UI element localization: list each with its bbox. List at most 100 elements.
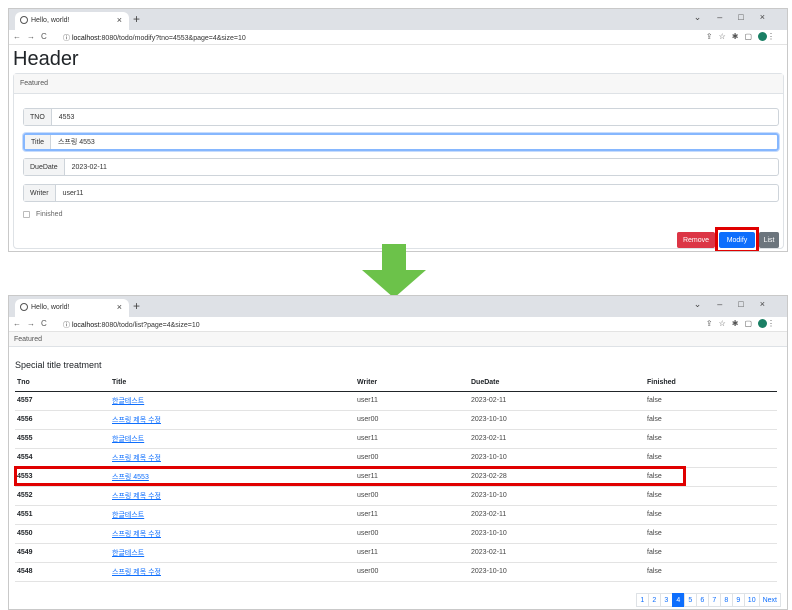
title-link-text[interactable]: 한글테스트 — [112, 398, 144, 405]
title-link[interactable]: 한글테스트 — [110, 429, 355, 449]
globe-icon — [20, 303, 28, 311]
title-label: Title — [25, 135, 51, 149]
finished-cell: false — [645, 543, 777, 563]
close-tab-icon[interactable]: × — [117, 302, 122, 312]
new-tab-icon[interactable]: + — [133, 12, 140, 26]
writer-cell: user00 — [355, 486, 469, 506]
checkbox-box[interactable] — [23, 211, 30, 218]
tno-cell: 4555 — [15, 429, 110, 449]
tno-cell: 4548 — [15, 562, 110, 582]
writer-cell: user00 — [355, 524, 469, 544]
table-row: 4552 스프링 제목 수정 user00 2023-10-10 false — [15, 486, 777, 506]
column-header-duedate: DueDate — [469, 374, 645, 392]
next-page-button[interactable]: Next — [758, 593, 781, 607]
window-controls[interactable]: ⌄–□× — [694, 299, 781, 310]
remove-button[interactable]: Remove — [677, 232, 715, 248]
list-button[interactable]: List — [759, 232, 779, 248]
title-link[interactable]: 한글테스트 — [110, 505, 355, 525]
url-rest: :8080/todo/modify?tno=4553&page=4&size=1… — [99, 35, 246, 42]
duedate-value[interactable]: 2023-02-11 — [65, 164, 107, 171]
profile-avatar-icon[interactable] — [758, 319, 767, 329]
column-header-title: Title — [110, 374, 355, 392]
url-text[interactable]: ⓘ localhost:8080/todo/list?page=4&size=1… — [63, 320, 200, 330]
finished-label: Finished — [36, 211, 63, 218]
list-page-screenshot: Hello, world! × + ⌄–□× ←→C ⓘ localhost:8… — [8, 295, 788, 610]
duedate-cell: 2023-02-11 — [469, 429, 645, 449]
table-row: 4549 한글테스트 user11 2023-02-11 false — [15, 543, 777, 563]
duedate-label: DueDate — [24, 159, 65, 175]
title-link[interactable]: 스프링 제목 수정 — [110, 524, 355, 544]
address-bar[interactable]: ←→C ⓘ localhost:8080/todo/modify?tno=455… — [9, 30, 787, 45]
browser-tab-bar: Hello, world! × + ⌄–□× — [9, 296, 787, 317]
table-row: 4556 스프링 제목 수정 user00 2023-10-10 false — [15, 410, 777, 430]
card-header: Featured — [14, 74, 783, 94]
address-bar[interactable]: ←→C ⓘ localhost:8080/todo/list?page=4&si… — [9, 317, 787, 332]
title-link[interactable]: 스프링 제목 수정 — [110, 448, 355, 468]
url-text[interactable]: ⓘ localhost:8080/todo/modify?tno=4553&pa… — [63, 33, 246, 43]
title-link-text[interactable]: 한글테스트 — [112, 436, 144, 443]
browser-tab[interactable]: Hello, world! × — [15, 12, 129, 30]
finished-cell: false — [645, 524, 777, 544]
tno-cell: 4552 — [15, 486, 110, 506]
duedate-field[interactable]: DueDate 2023-02-11 — [23, 158, 779, 176]
title-link-text[interactable]: 스프링 제목 수정 — [112, 569, 161, 576]
tab-title: Hello, world! — [31, 304, 70, 311]
table-header-row: Tno Title Writer DueDate Finished — [15, 374, 777, 392]
finished-cell: false — [645, 505, 777, 525]
tno-cell: 4554 — [15, 448, 110, 468]
url-host: localhost — [71, 322, 100, 329]
globe-icon — [20, 16, 28, 24]
title-link[interactable]: 한글테스트 — [110, 543, 355, 563]
title-field[interactable]: Title 스프링 4553 — [23, 133, 779, 151]
tab-title: Hello, world! — [31, 17, 70, 24]
finished-cell: false — [645, 448, 777, 468]
page-button[interactable]: 10 — [743, 593, 760, 607]
duedate-cell: 2023-10-10 — [469, 410, 645, 430]
browser-tab[interactable]: Hello, world! × — [15, 299, 129, 317]
duedate-cell: 2023-02-11 — [469, 391, 645, 411]
modify-page-screenshot: Hello, world! × + ⌄–□× ←→C ⓘ localhost:8… — [8, 8, 788, 252]
new-tab-icon[interactable]: + — [133, 299, 140, 313]
finished-cell: false — [645, 391, 777, 411]
duedate-cell: 2023-02-11 — [469, 505, 645, 525]
window-controls[interactable]: ⌄–□× — [694, 12, 781, 23]
title-link-text[interactable]: 한글테스트 — [112, 550, 144, 557]
title-link[interactable]: 한글테스트 — [110, 391, 355, 411]
nav-buttons[interactable]: ←→C — [13, 32, 53, 41]
url-host: localhost — [71, 35, 100, 42]
title-link[interactable]: 스프링 제목 수정 — [110, 486, 355, 506]
table-row: 4550 스프링 제목 수정 user00 2023-10-10 false — [15, 524, 777, 544]
title-link[interactable]: 스프링 제목 수정 — [110, 562, 355, 582]
extensions-icons[interactable]: ⇪☆✱▢ ⋮ — [706, 32, 781, 42]
down-arrow-icon — [362, 244, 426, 298]
tno-cell: 4550 — [15, 524, 110, 544]
nav-buttons[interactable]: ←→C — [13, 319, 53, 328]
table-row: 4554 스프링 제목 수정 user00 2023-10-10 false — [15, 448, 777, 468]
tno-field[interactable]: TNO 4553 — [23, 108, 779, 126]
pagination: 1 2 3 4 5 6 7 8 9 10 Next — [635, 593, 781, 607]
page-header: Header — [13, 48, 79, 70]
column-header-finished: Finished — [645, 374, 777, 392]
finished-checkbox[interactable]: Finished — [23, 211, 62, 218]
table-row: 4557 한글테스트 user11 2023-02-11 false — [15, 391, 777, 411]
table-row: 4555 한글테스트 user11 2023-02-11 false — [15, 429, 777, 449]
title-value[interactable]: 스프링 4553 — [51, 137, 95, 147]
title-link-text[interactable]: 스프링 제목 수정 — [112, 455, 161, 462]
title-link[interactable]: 스프링 제목 수정 — [110, 410, 355, 430]
row-4553-highlight-box — [14, 466, 686, 486]
writer-field[interactable]: Writer user11 — [23, 184, 779, 202]
duedate-cell: 2023-02-11 — [469, 543, 645, 563]
duedate-cell: 2023-10-10 — [469, 524, 645, 544]
duedate-cell: 2023-10-10 — [469, 562, 645, 582]
title-link-text[interactable]: 스프링 제목 수정 — [112, 531, 161, 538]
tno-label: TNO — [24, 109, 52, 125]
finished-cell: false — [645, 486, 777, 506]
extensions-icons[interactable]: ⇪☆✱▢ ⋮ — [706, 319, 781, 329]
column-header-writer: Writer — [355, 374, 469, 392]
profile-avatar-icon[interactable] — [758, 32, 767, 42]
title-link-text[interactable]: 한글테스트 — [112, 512, 144, 519]
title-link-text[interactable]: 스프링 제목 수정 — [112, 493, 161, 500]
writer-cell: user00 — [355, 448, 469, 468]
close-tab-icon[interactable]: × — [117, 15, 122, 25]
title-link-text[interactable]: 스프링 제목 수정 — [112, 417, 161, 424]
